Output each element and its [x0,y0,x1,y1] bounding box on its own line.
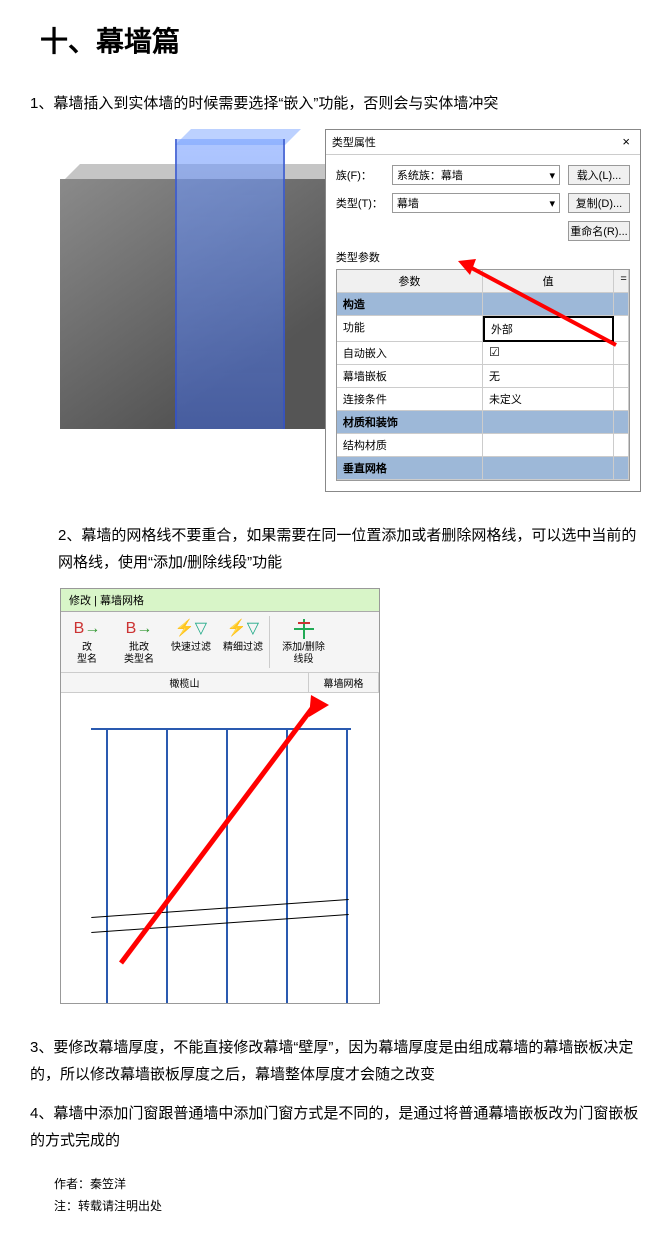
type-select[interactable]: 幕墙 ▾ [392,193,560,213]
params-grid: 参数 值 = 构造 功能 外部 自动嵌入 幕墙嵌板 无 [336,269,630,481]
dialog-title: 类型属性 [332,134,376,150]
ribbon-row: B→ 改型名 B→ 批改类型名 ⚡▽ 快速过滤 ⚡▽ 精细过滤 添加/删除线段 [61,612,379,673]
ribbon-group-2: 幕墙网格 [309,673,379,692]
author-name: 秦笠洋 [90,1177,126,1191]
value-function[interactable]: 外部 [483,316,614,342]
value-auto-embed[interactable] [483,342,614,365]
filter-icon: ⚡▽ [217,618,269,640]
note-label: 注： [54,1199,78,1213]
col-expand: = [614,270,629,293]
param-panel: 幕墙嵌板 [337,365,483,388]
family-label: 族(F)： [336,167,384,183]
list-item-3: 3、要修改幕墙厚度，不能直接修改幕墙“壁厚”，因为幕墙厚度是由组成幕墙的幕墙嵌板… [30,1034,641,1088]
family-select[interactable]: 系统族：幕墙 ▾ [392,165,560,185]
close-icon[interactable]: × [618,134,634,150]
cat-vgrid: 垂直网格 [337,457,483,480]
type-properties-dialog: 类型属性 × 族(F)： 系统族：幕墙 ▾ 载入(L)... 类型(T)： 幕墙… [325,129,641,492]
value-panel[interactable]: 无 [483,365,614,388]
ribbon-tab[interactable]: 修改 | 幕墙网格 [61,589,379,612]
params-label: 类型参数 [336,249,630,265]
list-item-1: 1、幕墙插入到实体墙的时候需要选择“嵌入”功能，否则会与实体墙冲突 [30,90,641,117]
note-text: 转载请注明出处 [78,1199,162,1213]
curtain-panel [175,139,285,429]
param-function: 功能 [337,316,483,342]
btn-fine-filter[interactable]: ⚡▽ 精细过滤 [217,616,269,668]
cat-construction: 构造 [337,293,483,316]
param-auto-embed: 自动嵌入 [337,342,483,365]
type-value: 幕墙 [397,195,419,211]
page-title: 十、幕墙篇 [40,20,641,60]
grid-segment-icon [270,618,337,640]
col-value: 值 [483,270,614,293]
cat-material: 材质和装饰 [337,411,483,434]
duplicate-button[interactable]: 复制(D)... [568,193,630,213]
type-label: 类型(T)： [336,195,384,211]
rename-icon: B→ [61,618,113,640]
value-struct-mat[interactable] [483,434,614,457]
value-join[interactable]: 未定义 [483,388,614,411]
figure-1: 类型属性 × 族(F)： 系统族：幕墙 ▾ 载入(L)... 类型(T)： 幕墙… [60,129,641,492]
figure-2: 修改 | 幕墙网格 B→ 改型名 B→ 批改类型名 ⚡▽ 快速过滤 ⚡▽ 精细过… [60,588,380,1004]
ribbon-group-1: 橄榄山 [61,673,309,692]
col-param: 参数 [337,270,483,293]
btn-quick-filter[interactable]: ⚡▽ 快速过滤 [165,616,217,668]
footer: 作者：秦笠洋 注：转载请注明出处 [54,1174,641,1217]
btn-batch-rename[interactable]: B→ 批改类型名 [113,616,165,668]
btn-rename-type[interactable]: B→ 改型名 [61,616,113,668]
batch-icon: B→ [113,618,165,640]
load-button[interactable]: 载入(L)... [568,165,630,185]
btn-add-remove-segment[interactable]: 添加/删除线段 [269,616,337,668]
filter-icon: ⚡▽ [165,618,217,640]
param-join: 连接条件 [337,388,483,411]
rename-button[interactable]: 重命名(R)... [568,221,630,241]
canvas-view[interactable] [61,693,379,1003]
list-item-2: 2、幕墙的网格线不要重合，如果需要在同一位置添加或者删除网格线，可以选中当前的网… [30,522,641,576]
chevron-down-icon: ▾ [549,197,555,210]
family-value: 系统族：幕墙 [397,167,463,183]
wall-3d-view [60,129,325,444]
param-struct-mat: 结构材质 [337,434,483,457]
chevron-down-icon: ▾ [549,169,555,182]
author-label: 作者： [54,1177,90,1191]
